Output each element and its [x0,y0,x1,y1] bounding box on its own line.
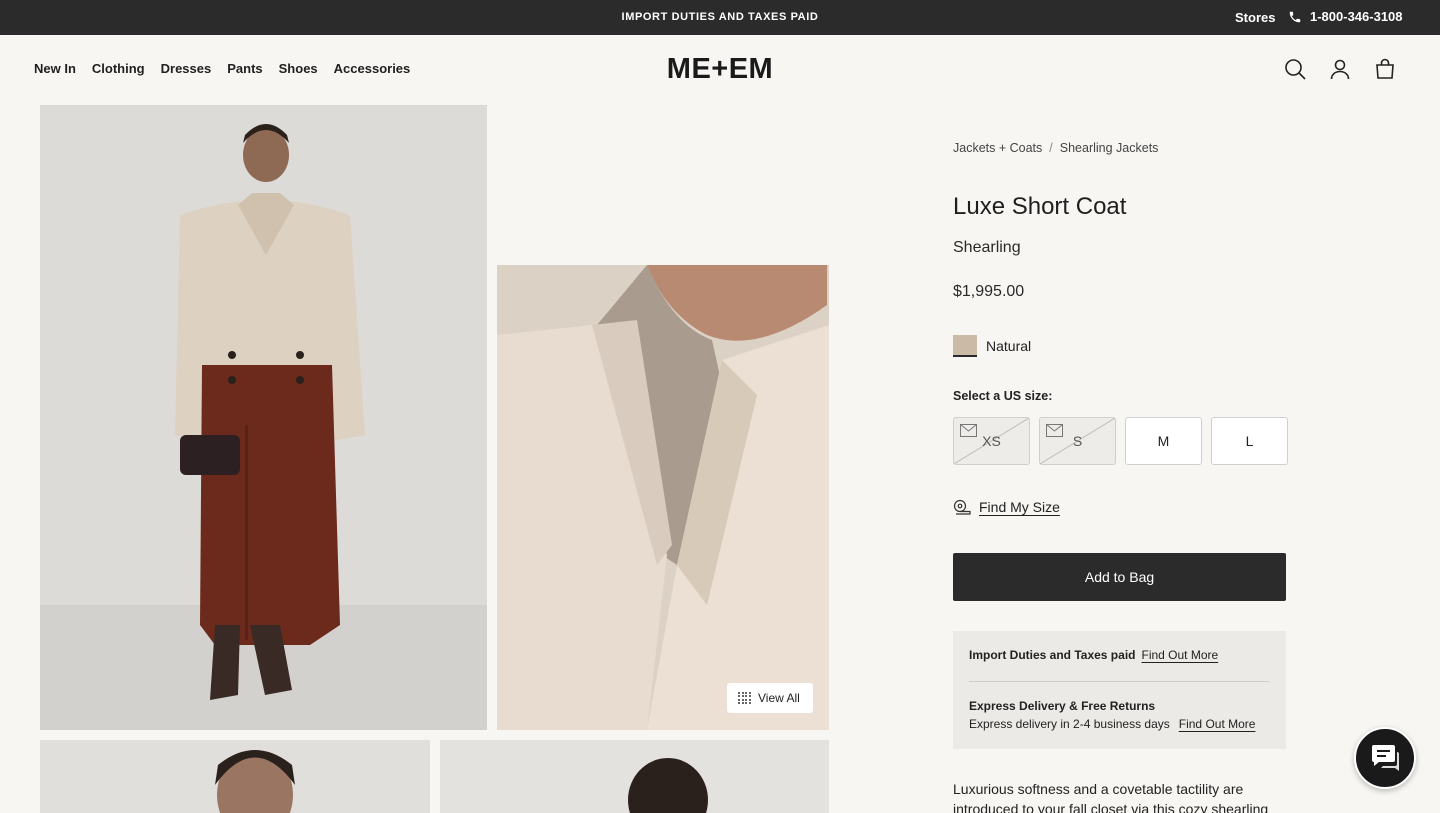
delivery-text: Express delivery in 2-4 business days [969,717,1170,731]
stores-link[interactable]: Stores [1235,10,1275,25]
add-to-bag-button[interactable]: Add to Bag [953,553,1286,601]
phone-icon [1289,11,1301,22]
view-all-label: View All [758,691,800,705]
product-image-collar-detail[interactable]: View All [497,265,829,730]
product-image-full-length[interactable] [40,105,487,730]
product-image-portrait-2[interactable] [440,740,829,813]
color-swatch[interactable] [953,335,977,357]
search-icon[interactable] [1283,57,1307,81]
size-label-xs: XS [982,433,1001,449]
size-label: Select a US size: [953,389,1053,403]
breadcrumb-jackets-coats[interactable]: Jackets + Coats [953,141,1042,155]
duties-find-out-more-link[interactable]: Find Out More [1141,648,1218,662]
brand-logo[interactable]: ME+EM [0,53,1440,86]
mail-icon [960,424,977,437]
announcement-text: IMPORT DUTIES AND TAXES PAID [621,11,819,23]
account-icon[interactable] [1328,57,1352,81]
product-price: $1,995.00 [953,283,1025,300]
grid-icon [738,691,751,705]
duties-row: Import Duties and Taxes paid Find Out Mo… [969,648,1218,662]
breadcrumb-separator: / [1049,141,1053,155]
chat-button[interactable] [1354,727,1416,789]
view-all-button[interactable]: View All [727,683,813,713]
size-option-l[interactable]: L [1211,417,1288,465]
size-option-m[interactable]: M [1125,417,1202,465]
delivery-title-row: Express Delivery & Free Returns [969,699,1155,713]
measuring-tape-icon [953,499,971,515]
mail-icon [1046,424,1063,437]
size-label-l: L [1245,433,1254,449]
size-label-s: S [1072,433,1083,449]
delivery-find-out-more-link[interactable]: Find Out More [1179,717,1256,731]
product-image-portrait-1[interactable] [40,740,430,813]
announcement-bar: IMPORT DUTIES AND TAXES PAID Stores 1-80… [0,0,1440,35]
delivery-title: Express Delivery & Free Returns [969,699,1156,713]
duties-title: Import Duties and Taxes paid [969,648,1136,662]
size-option-s[interactable]: S [1039,417,1116,465]
product-subtitle: Shearling [953,239,1021,256]
color-name: Natural [986,338,1032,354]
delivery-detail-row: Express delivery in 2-4 business days Fi… [969,717,1255,731]
bag-icon[interactable] [1373,57,1397,81]
product-title: Luxe Short Coat [953,193,1127,220]
divider [969,681,1269,682]
size-option-xs[interactable]: XS [953,417,1030,465]
phone-link[interactable]: 1-800-346-3108 [1288,9,1403,24]
find-my-size: Find My Size [953,499,1060,515]
chat-icon [1372,745,1399,771]
breadcrumb-shearling-jackets[interactable]: Shearling Jackets [1060,141,1159,155]
shipping-info-panel: Import Duties and Taxes paid Find Out Mo… [953,631,1286,749]
find-my-size-link[interactable]: Find My Size [979,499,1060,515]
header-icons [1283,57,1397,81]
size-label-m: M [1157,433,1170,449]
color-selector[interactable]: Natural [953,335,1031,357]
size-options: XS S M L [953,417,1288,465]
product-description: Luxurious softness and a covetable tacti… [953,781,1269,813]
phone-number: 1-800-346-3108 [1310,9,1403,24]
breadcrumb: Jackets + Coats / Shearling Jackets [953,141,1158,155]
